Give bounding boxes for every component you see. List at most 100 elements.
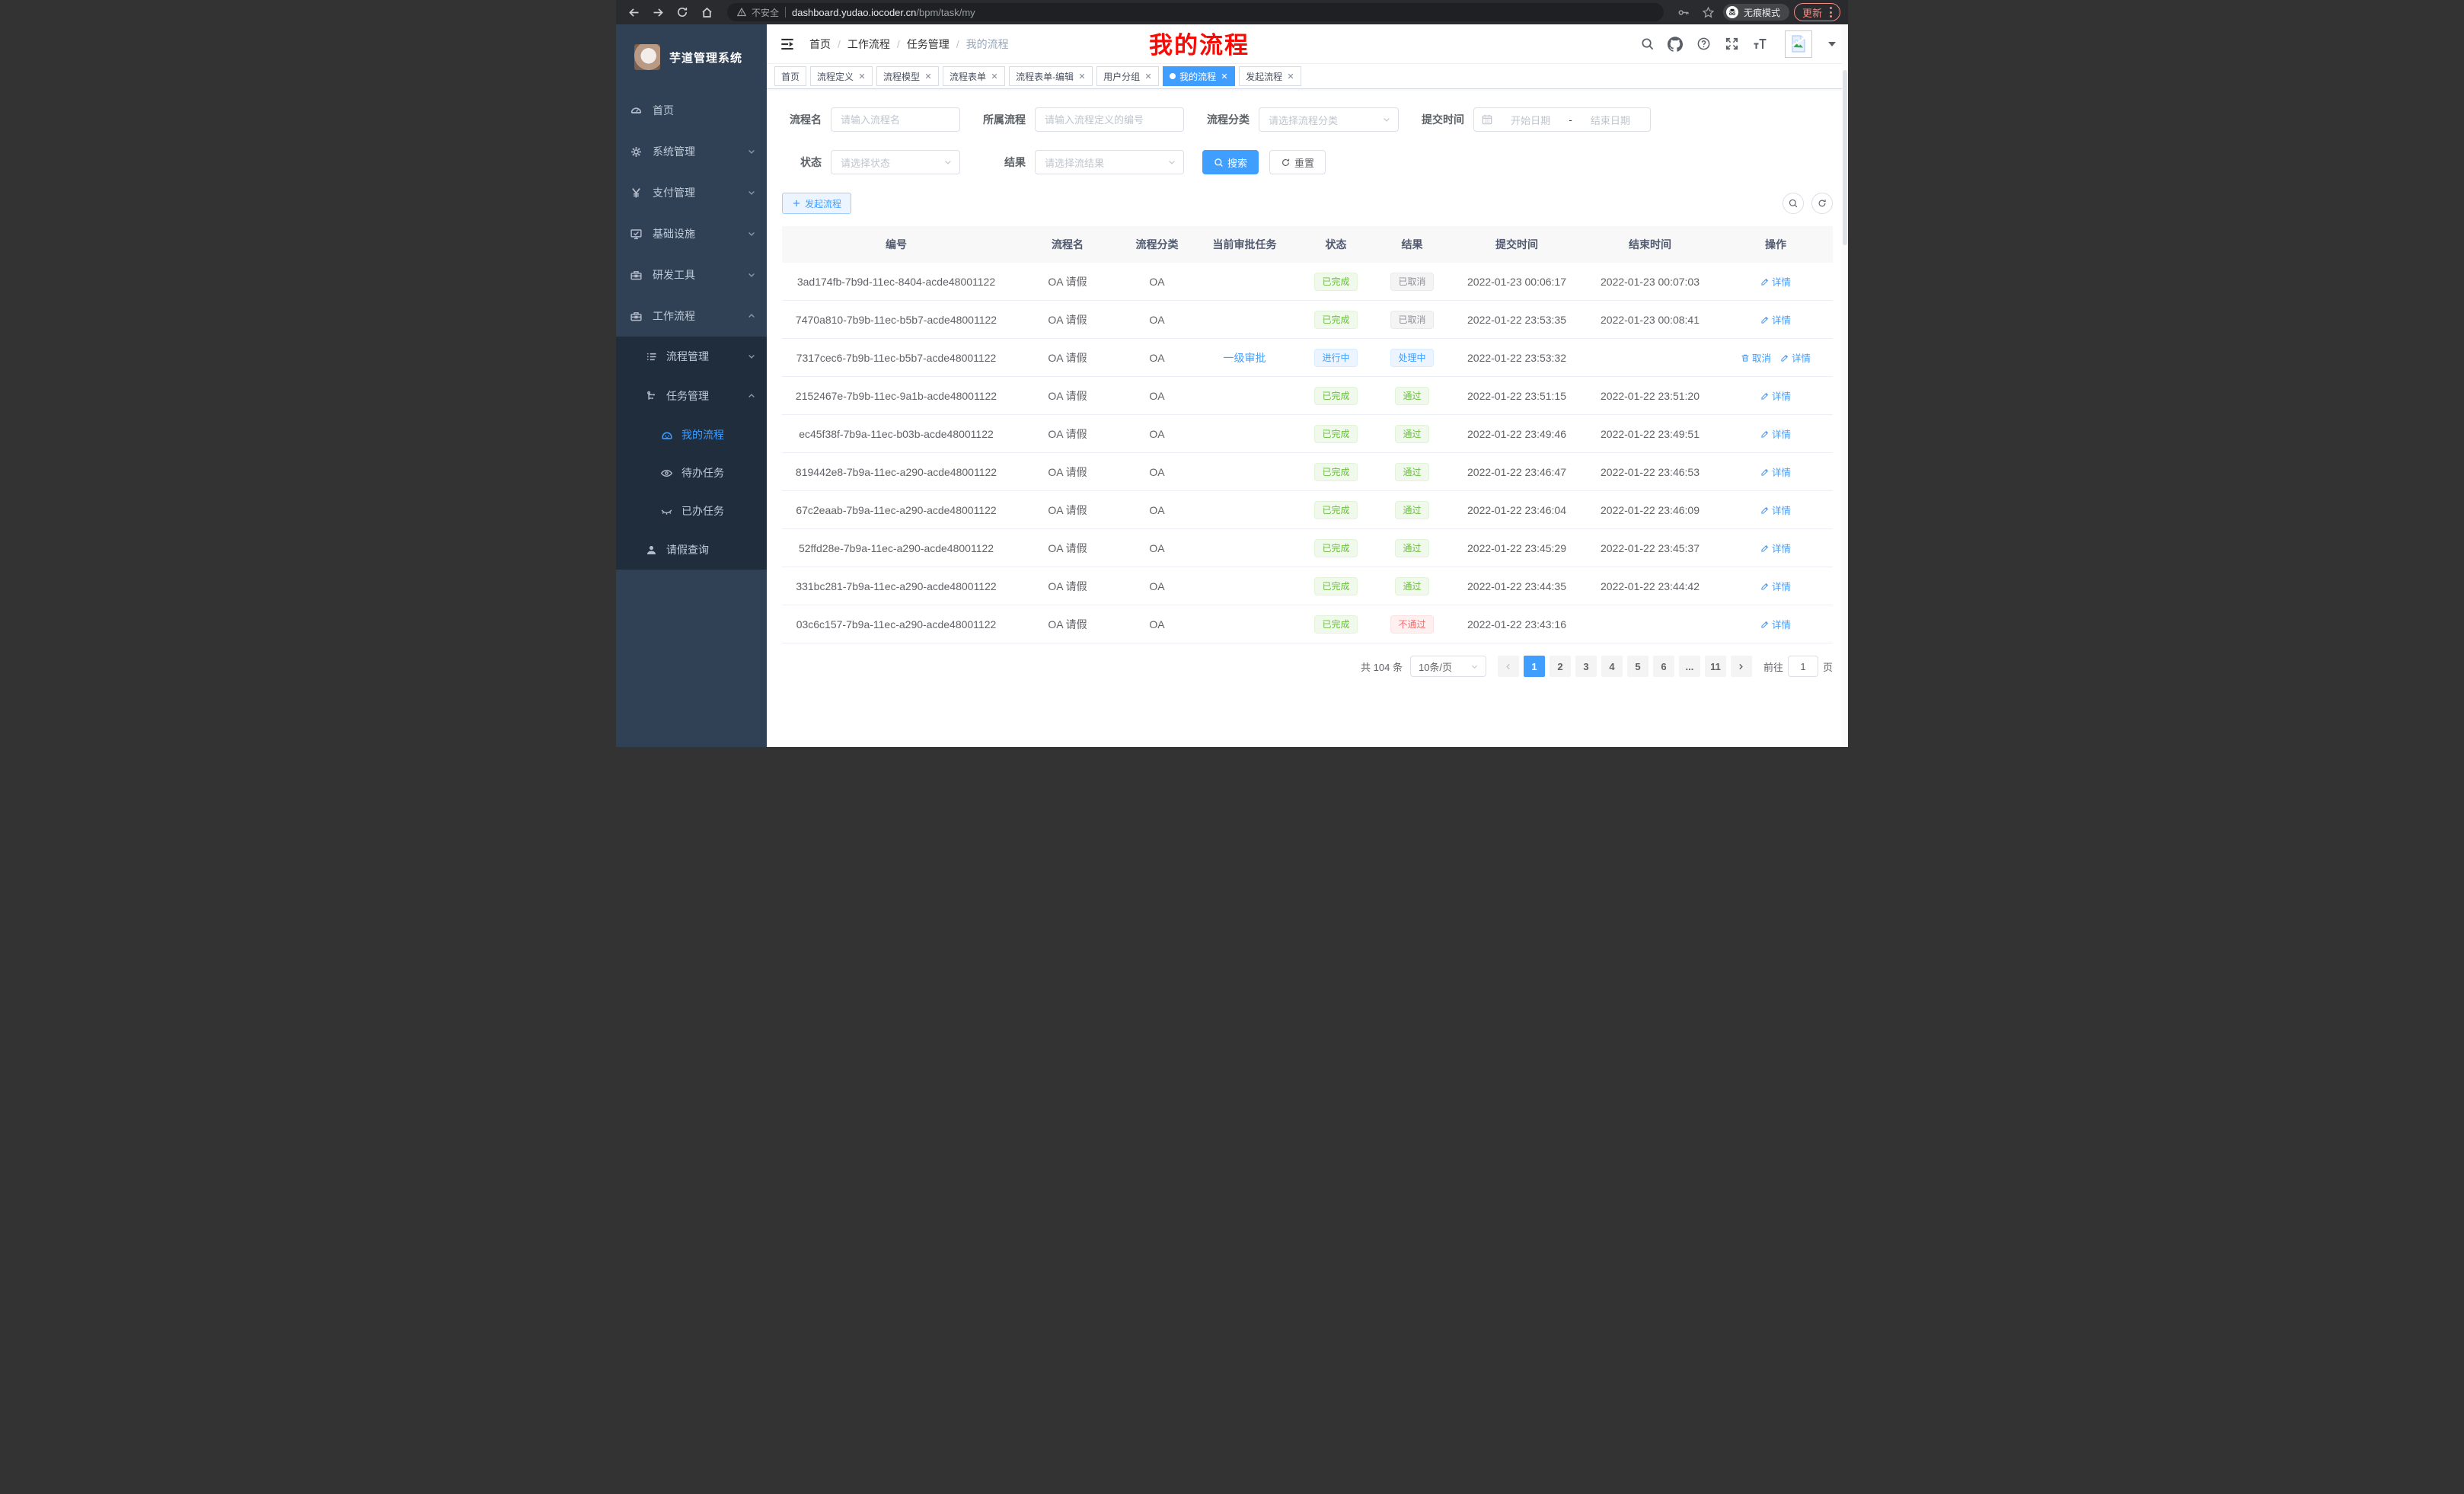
close-icon[interactable] xyxy=(857,72,866,81)
sidebar-collapse-icon[interactable] xyxy=(779,36,796,53)
page-button[interactable]: 4 xyxy=(1601,656,1623,677)
sidebar-item-my-process[interactable]: 我的流程 xyxy=(616,416,767,454)
tab-process-form[interactable]: 流程表单 xyxy=(943,66,1005,86)
close-icon[interactable] xyxy=(1286,72,1294,81)
detail-link[interactable]: 详情 xyxy=(1780,350,1811,365)
close-icon[interactable] xyxy=(1220,72,1228,81)
reset-button[interactable]: 重置 xyxy=(1269,150,1326,174)
bookmark-star-icon[interactable] xyxy=(1699,2,1719,22)
detail-link[interactable]: 详情 xyxy=(1760,388,1791,403)
cell-end-time: 2022-01-22 23:49:51 xyxy=(1581,428,1719,440)
goto-page-input[interactable] xyxy=(1788,656,1818,677)
create-process-button[interactable]: 发起流程 xyxy=(782,193,851,214)
page-content: 流程名 所属流程 流程分类 请选择流程分类 提交时间 开始日期 - 结束日期 xyxy=(767,89,1848,747)
sidebar-logo[interactable]: 芋道管理系统 xyxy=(616,24,767,90)
close-icon[interactable] xyxy=(990,72,998,81)
close-icon[interactable] xyxy=(1077,72,1086,81)
cell-actions: 详情 xyxy=(1719,312,1833,327)
sidebar-item-pay[interactable]: 支付管理 xyxy=(616,172,767,213)
browser-update-button[interactable]: 更新 xyxy=(1794,3,1840,21)
cell-category: OA xyxy=(1125,542,1189,554)
detail-link[interactable]: 详情 xyxy=(1760,426,1791,441)
password-key-icon[interactable] xyxy=(1674,2,1694,22)
browser-menu-icon[interactable] xyxy=(1830,7,1832,18)
tab-start-process[interactable]: 发起流程 xyxy=(1239,66,1301,86)
scrollbar-thumb[interactable] xyxy=(1843,70,1847,245)
status-select[interactable]: 请选择状态 xyxy=(831,150,960,174)
process-name-input[interactable] xyxy=(831,107,960,132)
page-size-select[interactable]: 10条/页 xyxy=(1410,656,1486,677)
breadcrumb-item[interactable]: 首页 xyxy=(809,37,831,52)
page-button[interactable]: 3 xyxy=(1575,656,1597,677)
refresh-button[interactable] xyxy=(1811,193,1833,214)
category-select[interactable]: 请选择流程分类 xyxy=(1259,107,1399,132)
process-name-input-field[interactable] xyxy=(831,108,959,131)
tab-process-model[interactable]: 流程模型 xyxy=(876,66,939,86)
search-button[interactable]: 搜索 xyxy=(1202,150,1259,174)
process-definition-input-field[interactable] xyxy=(1036,108,1183,131)
tab-process-definition[interactable]: 流程定义 xyxy=(810,66,873,86)
scrollbar-track[interactable] xyxy=(1842,24,1848,747)
submit-time-range-picker[interactable]: 开始日期 - 结束日期 xyxy=(1473,107,1651,132)
reload-icon[interactable] xyxy=(672,2,692,22)
cell-task-link[interactable]: 一级审批 xyxy=(1189,350,1300,366)
detail-link[interactable]: 详情 xyxy=(1760,541,1791,555)
forward-icon[interactable] xyxy=(648,2,668,22)
next-page-button[interactable] xyxy=(1731,656,1752,677)
tab-home[interactable]: 首页 xyxy=(774,66,806,86)
breadcrumb-item[interactable]: 工作流程 xyxy=(847,37,890,52)
sidebar-item-todo[interactable]: 待办任务 xyxy=(616,454,767,492)
cell-actions: 详情 xyxy=(1719,426,1833,441)
detail-link[interactable]: 详情 xyxy=(1760,464,1791,479)
avatar-caret-icon[interactable] xyxy=(1828,42,1836,46)
font-size-icon[interactable] xyxy=(1752,37,1767,52)
fullscreen-icon[interactable] xyxy=(1724,37,1739,52)
user-avatar[interactable] xyxy=(1785,30,1812,58)
tab-my-process[interactable]: 我的流程 xyxy=(1163,66,1235,86)
address-bar[interactable]: 不安全 dashboard.yudao.iocoder.cn/bpm/task/… xyxy=(727,3,1664,21)
security-chip[interactable]: 不安全 xyxy=(736,6,779,19)
sidebar-item-process-mgmt[interactable]: 流程管理 xyxy=(616,337,767,376)
cell-actions: 详情 xyxy=(1719,274,1833,289)
tab-process-form-edit[interactable]: 流程表单-编辑 xyxy=(1009,66,1093,86)
tab-user-group[interactable]: 用户分组 xyxy=(1096,66,1159,86)
detail-link[interactable]: 详情 xyxy=(1760,617,1791,631)
toggle-search-button[interactable] xyxy=(1783,193,1804,214)
breadcrumb-item[interactable]: 任务管理 xyxy=(907,37,950,52)
help-icon[interactable] xyxy=(1696,37,1711,52)
sidebar-item-workflow[interactable]: 工作流程 xyxy=(616,295,767,337)
sidebar-item-dev[interactable]: 研发工具 xyxy=(616,254,767,295)
cancel-link[interactable]: 取消 xyxy=(1741,350,1771,365)
sidebar-item-leave-query[interactable]: 请假查询 xyxy=(616,530,767,570)
sidebar-item-home[interactable]: 首页 xyxy=(616,90,767,131)
process-definition-input[interactable] xyxy=(1035,107,1184,132)
page-button[interactable]: 11 xyxy=(1705,656,1726,677)
sidebar-item-task-mgmt[interactable]: 任务管理 xyxy=(616,376,767,416)
sidebar-item-infra[interactable]: 基础设施 xyxy=(616,213,767,254)
cell-submit-time: 2022-01-22 23:43:16 xyxy=(1452,618,1581,630)
result-select[interactable]: 请选择流结果 xyxy=(1035,150,1184,174)
detail-link[interactable]: 详情 xyxy=(1760,274,1791,289)
cell-result: 通过 xyxy=(1372,425,1452,443)
back-icon[interactable] xyxy=(624,2,643,22)
sidebar-item-done[interactable]: 已办任务 xyxy=(616,492,767,530)
page-button[interactable]: 5 xyxy=(1627,656,1649,677)
sidebar-item-system[interactable]: 系统管理 xyxy=(616,131,767,172)
detail-link[interactable]: 详情 xyxy=(1760,503,1791,517)
detail-link[interactable]: 详情 xyxy=(1760,312,1791,327)
page-ellipsis-button[interactable]: ... xyxy=(1679,656,1700,677)
result-badge: 通过 xyxy=(1395,501,1428,519)
result-badge: 已取消 xyxy=(1390,311,1433,329)
page-button[interactable]: 6 xyxy=(1653,656,1674,677)
home-icon[interactable] xyxy=(697,2,717,22)
page-button[interactable]: 1 xyxy=(1524,656,1545,677)
detail-link[interactable]: 详情 xyxy=(1760,579,1791,593)
status-badge: 已完成 xyxy=(1314,387,1357,405)
search-icon[interactable] xyxy=(1639,37,1655,52)
prev-page-button[interactable] xyxy=(1498,656,1519,677)
cell-category: OA xyxy=(1125,504,1189,516)
page-button[interactable]: 2 xyxy=(1550,656,1571,677)
close-icon[interactable] xyxy=(924,72,932,81)
close-icon[interactable] xyxy=(1144,72,1152,81)
github-icon[interactable] xyxy=(1668,37,1683,52)
